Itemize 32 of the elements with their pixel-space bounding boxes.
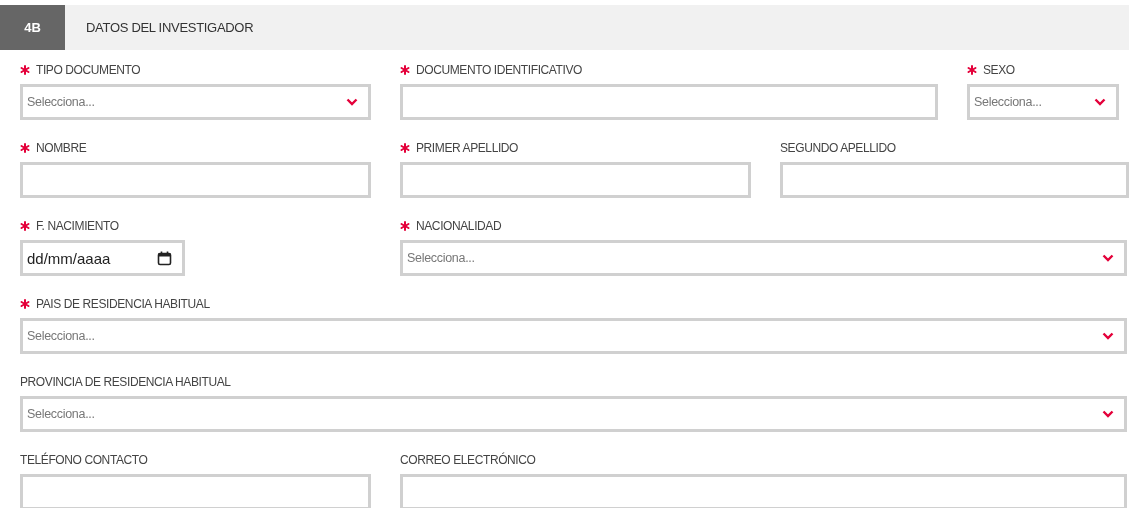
- field-label: SEGUNDO APELLIDO: [780, 141, 896, 155]
- field-label: PAIS DE RESIDENCIA HABITUAL: [36, 297, 210, 311]
- field-label: PROVINCIA DE RESIDENCIA HABITUAL: [20, 375, 231, 389]
- select-dropdown[interactable]: Selecciona...: [967, 84, 1119, 120]
- section-number: 4B: [0, 5, 65, 50]
- chevron-down-icon: [1094, 98, 1106, 106]
- chevron-down-icon: [1102, 410, 1114, 418]
- input-field[interactable]: [400, 474, 1127, 508]
- date-input[interactable]: dd/mm/aaaa: [20, 240, 185, 276]
- field-label: NACIONALIDAD: [416, 219, 502, 233]
- input-field[interactable]: [20, 162, 371, 198]
- calendar-icon: [157, 250, 172, 266]
- field-label: F. NACIMIENTO: [36, 219, 119, 233]
- select-dropdown[interactable]: Selecciona...: [400, 240, 1127, 276]
- chevron-down-icon: [1102, 254, 1114, 262]
- input-field[interactable]: [400, 84, 938, 120]
- chevron-down-icon: [1102, 332, 1114, 340]
- select-dropdown[interactable]: Selecciona...: [20, 396, 1127, 432]
- field-label: TIPO DOCUMENTO: [36, 63, 141, 77]
- input-field[interactable]: [780, 162, 1129, 198]
- field-label: NOMBRE: [36, 141, 87, 155]
- input-field[interactable]: [400, 162, 751, 198]
- chevron-down-icon: [346, 98, 358, 106]
- select-dropdown[interactable]: Selecciona...: [20, 84, 371, 120]
- section-title: DATOS DEL INVESTIGADOR: [86, 20, 254, 35]
- field-label: DOCUMENTO IDENTIFICATIVO: [416, 63, 582, 77]
- select-dropdown[interactable]: Selecciona...: [20, 318, 1127, 354]
- input-field[interactable]: [20, 474, 371, 508]
- field-label: CORREO ELECTRÓNICO: [400, 453, 536, 467]
- field-label: TELÉFONO CONTACTO: [20, 453, 148, 467]
- field-label: PRIMER APELLIDO: [416, 141, 519, 155]
- field-label: SEXO: [983, 63, 1015, 77]
